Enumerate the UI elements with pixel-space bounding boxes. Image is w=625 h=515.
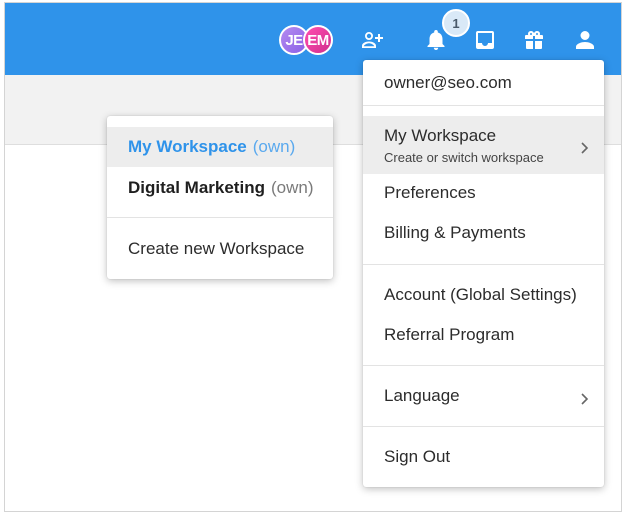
inbox-icon[interactable]: [472, 27, 498, 53]
gift-icon[interactable]: [521, 27, 547, 53]
workspace-owner-tag: (own): [270, 178, 314, 197]
account-email: owner@seo.com: [384, 72, 512, 92]
menu-item-label: My Workspace: [384, 125, 497, 145]
account-dropdown-menu: owner@seo.com My Workspace Create or swi…: [363, 60, 604, 487]
workspace-submenu: My Workspace (own) Digital Marketing (ow…: [107, 116, 333, 279]
app-window: JE EM 1 owner@seo.com My Workspace Creat…: [4, 2, 622, 512]
create-workspace-label: Create new Workspace: [128, 239, 305, 258]
menu-item-sign-out[interactable]: Sign Out: [363, 441, 604, 473]
notification-count-badge: 1: [442, 9, 470, 37]
avatar[interactable]: EM: [303, 25, 333, 55]
menu-divider: [363, 365, 604, 366]
workspace-item-my-workspace[interactable]: My Workspace (own): [107, 127, 333, 167]
workspace-name: Digital Marketing: [128, 178, 265, 197]
menu-item-sublabel: Create or switch workspace: [384, 149, 544, 165]
menu-divider: [363, 105, 604, 106]
menu-divider: [363, 264, 604, 265]
chevron-right-icon: [580, 390, 590, 405]
menu-divider: [107, 217, 333, 218]
chevron-right-icon: [580, 139, 590, 154]
menu-item-preferences[interactable]: Preferences: [363, 177, 604, 209]
create-workspace-button[interactable]: Create new Workspace: [107, 229, 333, 269]
add-user-icon[interactable]: [359, 27, 385, 53]
workspace-name: My Workspace: [128, 137, 247, 156]
menu-item-my-workspace[interactable]: My Workspace Create or switch workspace: [363, 116, 604, 174]
menu-divider: [363, 426, 604, 427]
menu-item-billing[interactable]: Billing & Payments: [363, 217, 604, 249]
workspace-owner-tag: (own): [252, 137, 296, 156]
menu-item-label: Language: [384, 386, 460, 405]
menu-item-language[interactable]: Language: [363, 380, 604, 412]
menu-item-referral[interactable]: Referral Program: [363, 319, 604, 351]
menu-item-account-settings[interactable]: Account (Global Settings): [363, 279, 604, 311]
user-icon[interactable]: [572, 27, 598, 53]
workspace-item-digital-marketing[interactable]: Digital Marketing (own): [107, 168, 333, 208]
